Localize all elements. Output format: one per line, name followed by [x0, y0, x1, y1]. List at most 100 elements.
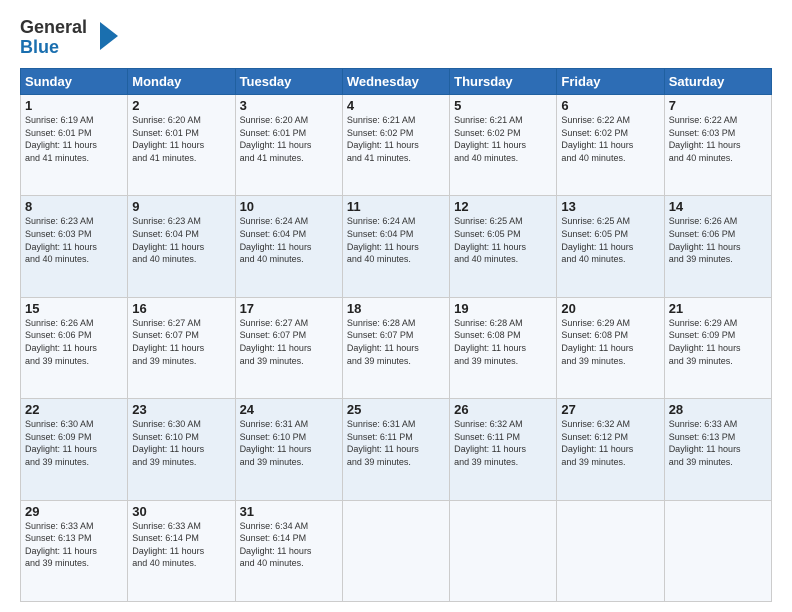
- day-number: 14: [669, 199, 767, 214]
- day-info: Sunrise: 6:31 AM Sunset: 6:11 PM Dayligh…: [347, 418, 445, 468]
- day-number: 5: [454, 98, 552, 113]
- day-number: 30: [132, 504, 230, 519]
- day-number: 21: [669, 301, 767, 316]
- logo-blue: Blue: [20, 38, 110, 58]
- day-cell: 22Sunrise: 6:30 AM Sunset: 6:09 PM Dayli…: [21, 399, 128, 500]
- day-info: Sunrise: 6:24 AM Sunset: 6:04 PM Dayligh…: [240, 215, 338, 265]
- day-number: 12: [454, 199, 552, 214]
- week-row-4: 22Sunrise: 6:30 AM Sunset: 6:09 PM Dayli…: [21, 399, 772, 500]
- day-number: 16: [132, 301, 230, 316]
- logo-general: General: [20, 18, 110, 38]
- weekday-wednesday: Wednesday: [342, 69, 449, 95]
- day-cell: 26Sunrise: 6:32 AM Sunset: 6:11 PM Dayli…: [450, 399, 557, 500]
- day-cell: 3Sunrise: 6:20 AM Sunset: 6:01 PM Daylig…: [235, 95, 342, 196]
- day-info: Sunrise: 6:29 AM Sunset: 6:08 PM Dayligh…: [561, 317, 659, 367]
- day-cell: 16Sunrise: 6:27 AM Sunset: 6:07 PM Dayli…: [128, 297, 235, 398]
- weekday-saturday: Saturday: [664, 69, 771, 95]
- day-info: Sunrise: 6:26 AM Sunset: 6:06 PM Dayligh…: [25, 317, 123, 367]
- day-number: 22: [25, 402, 123, 417]
- day-info: Sunrise: 6:25 AM Sunset: 6:05 PM Dayligh…: [454, 215, 552, 265]
- logo-arrow-icon: [100, 22, 118, 50]
- day-info: Sunrise: 6:25 AM Sunset: 6:05 PM Dayligh…: [561, 215, 659, 265]
- day-info: Sunrise: 6:29 AM Sunset: 6:09 PM Dayligh…: [669, 317, 767, 367]
- day-cell: 6Sunrise: 6:22 AM Sunset: 6:02 PM Daylig…: [557, 95, 664, 196]
- day-info: Sunrise: 6:22 AM Sunset: 6:03 PM Dayligh…: [669, 114, 767, 164]
- day-cell: 29Sunrise: 6:33 AM Sunset: 6:13 PM Dayli…: [21, 500, 128, 601]
- day-number: 18: [347, 301, 445, 316]
- day-cell: 25Sunrise: 6:31 AM Sunset: 6:11 PM Dayli…: [342, 399, 449, 500]
- day-cell: [664, 500, 771, 601]
- day-number: 9: [132, 199, 230, 214]
- day-cell: 31Sunrise: 6:34 AM Sunset: 6:14 PM Dayli…: [235, 500, 342, 601]
- calendar: SundayMondayTuesdayWednesdayThursdayFrid…: [20, 68, 772, 602]
- day-cell: 8Sunrise: 6:23 AM Sunset: 6:03 PM Daylig…: [21, 196, 128, 297]
- day-info: Sunrise: 6:31 AM Sunset: 6:10 PM Dayligh…: [240, 418, 338, 468]
- logo-container: General Blue: [20, 18, 110, 60]
- day-cell: 24Sunrise: 6:31 AM Sunset: 6:10 PM Dayli…: [235, 399, 342, 500]
- day-info: Sunrise: 6:23 AM Sunset: 6:04 PM Dayligh…: [132, 215, 230, 265]
- week-row-2: 8Sunrise: 6:23 AM Sunset: 6:03 PM Daylig…: [21, 196, 772, 297]
- day-number: 11: [347, 199, 445, 214]
- day-number: 29: [25, 504, 123, 519]
- day-cell: 23Sunrise: 6:30 AM Sunset: 6:10 PM Dayli…: [128, 399, 235, 500]
- day-number: 24: [240, 402, 338, 417]
- day-info: Sunrise: 6:21 AM Sunset: 6:02 PM Dayligh…: [347, 114, 445, 164]
- day-number: 2: [132, 98, 230, 113]
- day-number: 23: [132, 402, 230, 417]
- day-info: Sunrise: 6:33 AM Sunset: 6:14 PM Dayligh…: [132, 520, 230, 570]
- day-info: Sunrise: 6:20 AM Sunset: 6:01 PM Dayligh…: [132, 114, 230, 164]
- day-number: 28: [669, 402, 767, 417]
- day-cell: 21Sunrise: 6:29 AM Sunset: 6:09 PM Dayli…: [664, 297, 771, 398]
- logo: General Blue: [20, 18, 110, 60]
- day-cell: 17Sunrise: 6:27 AM Sunset: 6:07 PM Dayli…: [235, 297, 342, 398]
- day-number: 7: [669, 98, 767, 113]
- page: General Blue SundayMondayTuesdayWednesda…: [0, 0, 792, 612]
- week-row-3: 15Sunrise: 6:26 AM Sunset: 6:06 PM Dayli…: [21, 297, 772, 398]
- day-number: 3: [240, 98, 338, 113]
- day-info: Sunrise: 6:22 AM Sunset: 6:02 PM Dayligh…: [561, 114, 659, 164]
- day-number: 13: [561, 199, 659, 214]
- day-info: Sunrise: 6:23 AM Sunset: 6:03 PM Dayligh…: [25, 215, 123, 265]
- day-cell: 14Sunrise: 6:26 AM Sunset: 6:06 PM Dayli…: [664, 196, 771, 297]
- weekday-tuesday: Tuesday: [235, 69, 342, 95]
- weekday-monday: Monday: [128, 69, 235, 95]
- day-number: 27: [561, 402, 659, 417]
- day-number: 1: [25, 98, 123, 113]
- week-row-1: 1Sunrise: 6:19 AM Sunset: 6:01 PM Daylig…: [21, 95, 772, 196]
- day-info: Sunrise: 6:28 AM Sunset: 6:08 PM Dayligh…: [454, 317, 552, 367]
- day-cell: 12Sunrise: 6:25 AM Sunset: 6:05 PM Dayli…: [450, 196, 557, 297]
- day-info: Sunrise: 6:30 AM Sunset: 6:09 PM Dayligh…: [25, 418, 123, 468]
- day-number: 4: [347, 98, 445, 113]
- day-cell: 30Sunrise: 6:33 AM Sunset: 6:14 PM Dayli…: [128, 500, 235, 601]
- day-info: Sunrise: 6:33 AM Sunset: 6:13 PM Dayligh…: [669, 418, 767, 468]
- day-number: 8: [25, 199, 123, 214]
- week-row-5: 29Sunrise: 6:33 AM Sunset: 6:13 PM Dayli…: [21, 500, 772, 601]
- day-info: Sunrise: 6:27 AM Sunset: 6:07 PM Dayligh…: [240, 317, 338, 367]
- weekday-friday: Friday: [557, 69, 664, 95]
- day-cell: [342, 500, 449, 601]
- weekday-sunday: Sunday: [21, 69, 128, 95]
- day-cell: 27Sunrise: 6:32 AM Sunset: 6:12 PM Dayli…: [557, 399, 664, 500]
- day-number: 10: [240, 199, 338, 214]
- day-cell: 5Sunrise: 6:21 AM Sunset: 6:02 PM Daylig…: [450, 95, 557, 196]
- day-cell: 10Sunrise: 6:24 AM Sunset: 6:04 PM Dayli…: [235, 196, 342, 297]
- day-number: 25: [347, 402, 445, 417]
- day-number: 17: [240, 301, 338, 316]
- day-number: 19: [454, 301, 552, 316]
- day-cell: 9Sunrise: 6:23 AM Sunset: 6:04 PM Daylig…: [128, 196, 235, 297]
- day-cell: 7Sunrise: 6:22 AM Sunset: 6:03 PM Daylig…: [664, 95, 771, 196]
- day-cell: 28Sunrise: 6:33 AM Sunset: 6:13 PM Dayli…: [664, 399, 771, 500]
- day-cell: 18Sunrise: 6:28 AM Sunset: 6:07 PM Dayli…: [342, 297, 449, 398]
- day-info: Sunrise: 6:34 AM Sunset: 6:14 PM Dayligh…: [240, 520, 338, 570]
- day-info: Sunrise: 6:24 AM Sunset: 6:04 PM Dayligh…: [347, 215, 445, 265]
- day-number: 31: [240, 504, 338, 519]
- weekday-thursday: Thursday: [450, 69, 557, 95]
- day-cell: 20Sunrise: 6:29 AM Sunset: 6:08 PM Dayli…: [557, 297, 664, 398]
- day-info: Sunrise: 6:26 AM Sunset: 6:06 PM Dayligh…: [669, 215, 767, 265]
- day-cell: [557, 500, 664, 601]
- weekday-header-row: SundayMondayTuesdayWednesdayThursdayFrid…: [21, 69, 772, 95]
- day-cell: 2Sunrise: 6:20 AM Sunset: 6:01 PM Daylig…: [128, 95, 235, 196]
- day-cell: 13Sunrise: 6:25 AM Sunset: 6:05 PM Dayli…: [557, 196, 664, 297]
- logo-graphic: General Blue: [20, 18, 110, 60]
- day-info: Sunrise: 6:20 AM Sunset: 6:01 PM Dayligh…: [240, 114, 338, 164]
